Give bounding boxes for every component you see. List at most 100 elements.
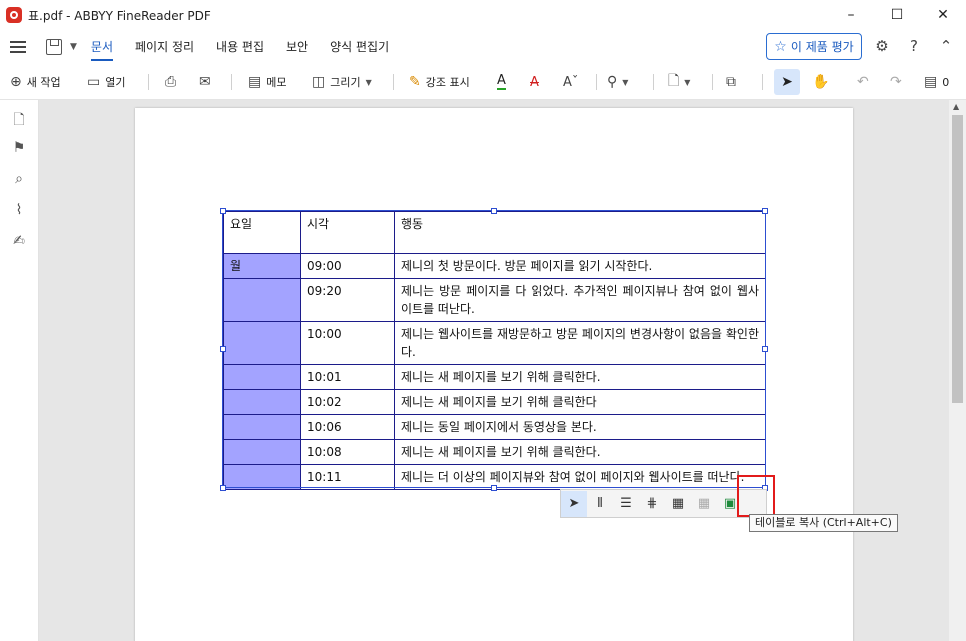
highlight-button[interactable]: ✎ 강조 표시 xyxy=(409,72,470,92)
resize-handle[interactable] xyxy=(220,346,226,352)
mail-icon: ✉ xyxy=(199,74,211,90)
vertical-scrollbar[interactable]: ▲ xyxy=(949,100,966,641)
tab-page-organize[interactable]: 페이지 정리 xyxy=(135,32,194,61)
maximize-button[interactable]: ☐ xyxy=(874,0,920,30)
table-cell-day[interactable] xyxy=(223,321,301,365)
table-select-button[interactable]: ➤ xyxy=(561,490,587,517)
table-header-cell[interactable]: 행동 xyxy=(394,211,766,254)
toolbar-divider xyxy=(762,74,763,90)
table-cell-time[interactable]: 09:00 xyxy=(300,253,395,279)
table-cell-action[interactable]: 제니는 새 페이지를 보기 위해 클릭한다 xyxy=(394,389,766,415)
table-cell-action[interactable]: 제니의 첫 방문이다. 방문 페이지를 읽기 시작한다. xyxy=(394,253,766,279)
add-row-button[interactable]: ☰ xyxy=(613,491,639,517)
scroll-thumb[interactable] xyxy=(952,115,963,403)
table-cell-day[interactable]: 월 xyxy=(223,253,301,279)
table-copy-icon: ▣ xyxy=(723,496,737,511)
table-cell-day[interactable] xyxy=(223,414,301,440)
bookmark-icon[interactable]: ⚑ xyxy=(10,140,28,158)
comments-button[interactable]: ▤ 0 xyxy=(924,72,949,92)
tab-form-editor[interactable]: 양식 편집기 xyxy=(330,32,389,61)
tab-security[interactable]: 보안 xyxy=(286,32,308,61)
resize-handle[interactable] xyxy=(220,485,226,491)
resize-handle[interactable] xyxy=(762,208,768,214)
signature-icon[interactable]: ✍ xyxy=(10,233,28,251)
shapes-icon: ◫ xyxy=(312,74,326,90)
hand-tool-button[interactable]: ✋ xyxy=(812,72,829,92)
add-column-button[interactable]: ⫴ xyxy=(587,491,613,517)
table-cell-action[interactable]: 제니는 동일 페이지에서 동영상을 본다. xyxy=(394,414,766,440)
table-cell-day[interactable] xyxy=(223,364,301,390)
resize-handle[interactable] xyxy=(491,485,497,491)
star-icon: ☆ xyxy=(774,38,787,55)
delete-separator-icon: ⋕ xyxy=(646,496,658,511)
underline-text-button[interactable]: A xyxy=(497,72,506,92)
table-cell-time[interactable]: 10:11 xyxy=(300,464,395,490)
email-button[interactable]: ✉ xyxy=(199,72,211,92)
redo-button[interactable]: ↷ xyxy=(890,72,902,92)
memo-button[interactable]: ▤ 메모 xyxy=(248,72,286,92)
tab-document[interactable]: 문서 xyxy=(90,32,114,61)
table-cell-time[interactable]: 10:01 xyxy=(300,364,395,390)
resize-handle[interactable] xyxy=(220,208,226,214)
resize-handle[interactable] xyxy=(491,208,497,214)
table-cell-action[interactable]: 제니는 방문 페이지를 다 읽었다. 추가적인 페이지뷰나 참여 없이 웹사이트… xyxy=(394,278,766,322)
table-row: 10:02 제니는 새 페이지를 보기 위해 클릭한다 xyxy=(223,389,766,415)
open-button[interactable]: ▭ 열기 xyxy=(87,72,125,92)
table-cell-day[interactable] xyxy=(223,464,301,490)
collapse-ribbon-icon[interactable]: ⌃ xyxy=(937,37,955,55)
rate-product-button[interactable]: ☆ 이 제품 평가 xyxy=(766,33,862,60)
folder-icon: ▭ xyxy=(87,74,101,90)
split-cells-icon: ▦ xyxy=(697,496,711,511)
table-cell-time[interactable]: 10:06 xyxy=(300,414,395,440)
minimize-button[interactable]: – xyxy=(828,0,874,30)
text-size-icon: Aˇ xyxy=(563,74,579,90)
app-logo-icon xyxy=(6,7,22,23)
new-task-button[interactable]: ⊕ 새 작업 xyxy=(10,72,61,92)
table-row: 10:08 제니는 새 페이지를 보기 위해 클릭한다. xyxy=(223,439,766,465)
memo-label: 메모 xyxy=(266,76,287,89)
close-button[interactable]: ✕ xyxy=(920,0,966,30)
toolbar-divider xyxy=(148,74,149,90)
table-cell-time[interactable]: 09:20 xyxy=(300,278,395,322)
scroll-up-icon[interactable]: ▲ xyxy=(953,102,959,111)
merge-cells-button[interactable]: ▦ xyxy=(665,491,691,517)
table-header-cell[interactable]: 요일 xyxy=(223,211,301,254)
print-button[interactable]: ⎙ xyxy=(165,72,176,92)
strikethrough-button[interactable]: A xyxy=(530,72,539,92)
table-cell-day[interactable] xyxy=(223,278,301,322)
table-cell-day[interactable] xyxy=(223,439,301,465)
delete-separator-button[interactable]: ⋕ xyxy=(639,491,665,517)
comment-count: 0 xyxy=(942,75,950,89)
chevron-down-icon[interactable]: ▼ xyxy=(70,42,77,52)
table-row: 월 09:00 제니의 첫 방문이다. 방문 페이지를 읽기 시작한다. xyxy=(223,253,766,279)
table-cell-action[interactable]: 제니는 웹사이트를 재방문하고 방문 페이지의 변경사항이 없음을 확인한다. xyxy=(394,321,766,365)
compare-button[interactable]: ⧉ xyxy=(726,72,736,92)
compare-icon: ⧉ xyxy=(726,74,736,90)
attachment-icon[interactable]: ⌇ xyxy=(10,202,28,220)
save-icon[interactable] xyxy=(46,38,62,55)
tab-edit-content[interactable]: 내용 편집 xyxy=(216,32,264,61)
document-table[interactable]: 요일 시각 행동 월 09:00 제니의 첫 방문이다. 방문 페이지를 읽기 … xyxy=(223,211,766,490)
resize-handle[interactable] xyxy=(762,346,768,352)
table-header-cell[interactable]: 시각 xyxy=(300,211,395,254)
table-cell-action[interactable]: 제니는 더 이상의 페이지뷰와 참여 없이 페이지와 웹사이트를 떠난다. xyxy=(394,464,766,490)
table-cell-time[interactable]: 10:02 xyxy=(300,389,395,415)
table-cell-action[interactable]: 제니는 새 페이지를 보기 위해 클릭한다. xyxy=(394,439,766,465)
undo-button[interactable]: ↶ xyxy=(857,72,869,92)
table-cell-day[interactable] xyxy=(223,389,301,415)
page-thumbnails-icon[interactable]: 🗋 xyxy=(10,109,28,128)
help-icon[interactable]: ? xyxy=(905,37,923,55)
table-cell-time[interactable]: 10:08 xyxy=(300,439,395,465)
split-cells-button[interactable]: ▦ xyxy=(691,491,717,517)
select-pointer-button[interactable]: ➤ xyxy=(774,69,800,95)
hamburger-menu-icon[interactable] xyxy=(10,40,26,53)
stamp-button[interactable]: ⚲ ▼ xyxy=(607,72,628,92)
table-cell-time[interactable]: 10:00 xyxy=(300,321,395,365)
gear-icon[interactable]: ⚙ xyxy=(873,37,891,55)
search-page-button[interactable]: 🗋 ▼ xyxy=(668,72,690,92)
draw-button[interactable]: ◫ 그리기 ▼ xyxy=(312,72,372,92)
search-icon[interactable]: ⌕ xyxy=(10,171,28,189)
strikethrough-icon: A xyxy=(530,74,539,90)
table-cell-action[interactable]: 제니는 새 페이지를 보기 위해 클릭한다. xyxy=(394,364,766,390)
text-size-button[interactable]: Aˇ xyxy=(563,72,578,92)
